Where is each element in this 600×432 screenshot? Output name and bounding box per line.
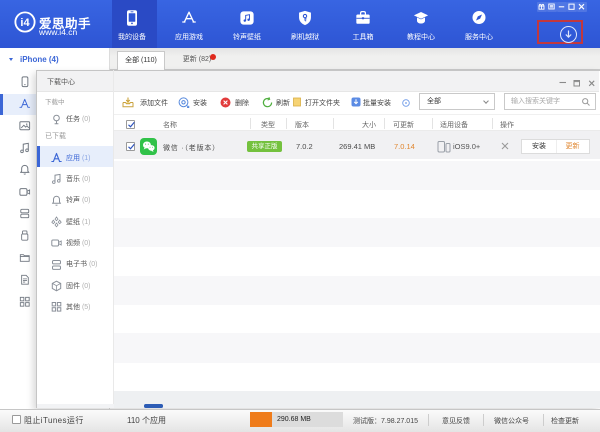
svg-text:i4: i4: [20, 17, 30, 29]
